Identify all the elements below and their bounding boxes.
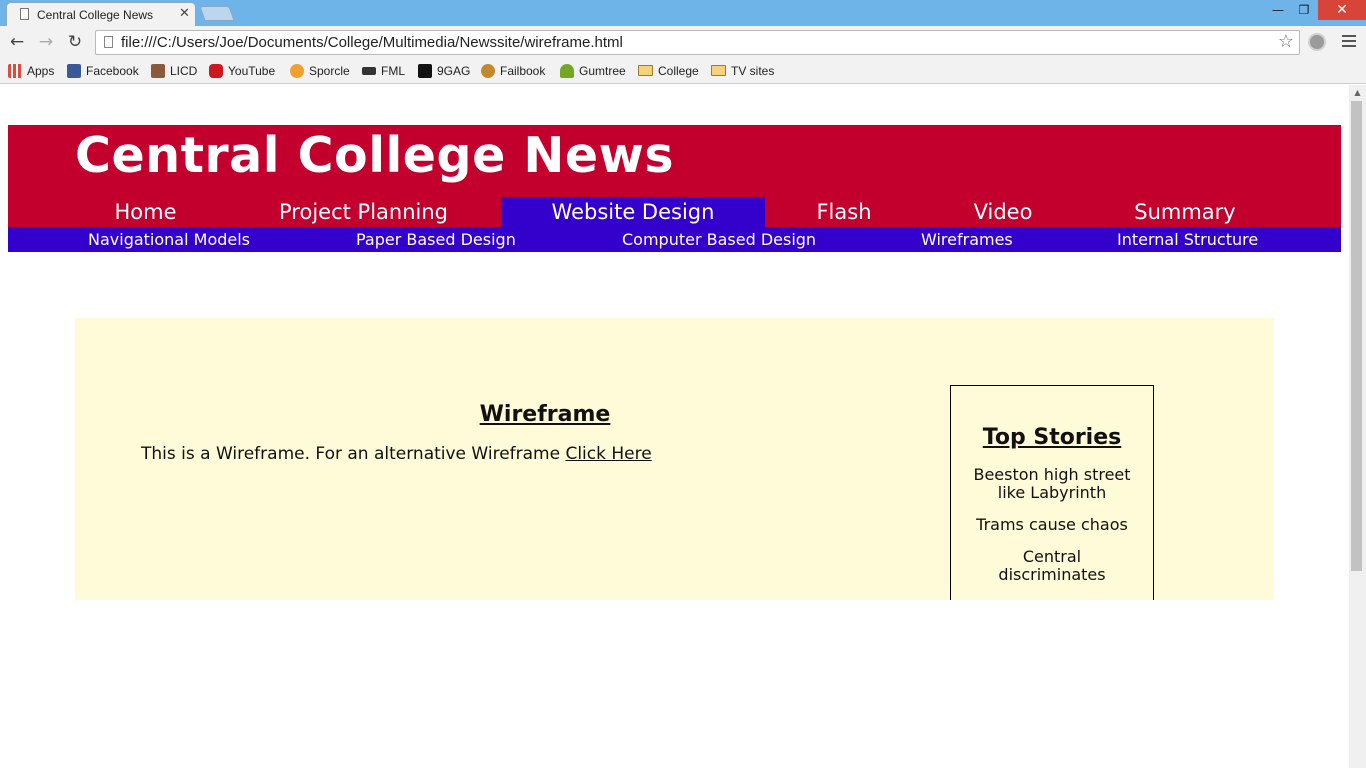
main-nav: Home Project Planning Website Design Fla… [8, 197, 1341, 227]
bookmark-label: Apps [27, 64, 55, 78]
top-stories-title: Top Stories [982, 425, 1122, 450]
bookmark-gumtree[interactable]: Gumtree [560, 62, 626, 80]
nav-summary[interactable]: Summary [1105, 197, 1265, 227]
window-minimize-icon[interactable]: — [1264, 0, 1292, 20]
sub-nav: Navigational Models Paper Based Design C… [8, 227, 1341, 252]
failbook-icon [481, 64, 495, 78]
tab-close-icon[interactable]: ✕ [179, 6, 190, 21]
intro-sentence: This is a Wireframe. For an alternative … [141, 444, 566, 464]
bookmark-sporcle[interactable]: Sporcle [290, 62, 350, 80]
bookmarks-bar: Apps Facebook LICD YouTube Sporcle FML 9… [0, 58, 1366, 84]
bookmark-tv-sites[interactable]: TV sites [711, 62, 774, 80]
bookmark-label: Gumtree [579, 64, 626, 78]
site-title: Central College News [75, 127, 675, 184]
top-stories-box: Top Stories Beeston high street like Lab… [950, 385, 1154, 600]
reload-icon[interactable]: ↻ [64, 31, 86, 53]
bookmark-9gag[interactable]: 9GAG [418, 62, 470, 80]
bookmark-label: College [658, 64, 699, 78]
content-panel: Wireframe This is a Wireframe. For an al… [75, 318, 1274, 600]
bookmark-youtube[interactable]: YouTube [209, 62, 275, 80]
page-icon [20, 8, 29, 20]
browser-tab[interactable]: Central College News ✕ [6, 2, 196, 26]
licd-icon [151, 64, 165, 78]
new-tab-button[interactable] [199, 6, 235, 21]
story-link[interactable]: Beeston high street like Labyrinth [973, 466, 1131, 502]
extension-icon[interactable] [1308, 33, 1326, 51]
bookmark-label: Facebook [86, 64, 139, 78]
bookmark-label: Failbook [500, 64, 546, 78]
bookmark-facebook[interactable]: Facebook [67, 62, 139, 80]
menu-icon[interactable] [1342, 35, 1356, 50]
bookmark-licd[interactable]: LICD [151, 62, 197, 80]
9gag-icon [418, 64, 432, 78]
bookmark-star-icon[interactable]: ☆ [1278, 31, 1294, 52]
bookmark-failbook[interactable]: Failbook [481, 62, 545, 80]
bookmark-apps[interactable]: Apps [8, 62, 54, 80]
bookmark-label: YouTube [228, 64, 276, 78]
window-titlebar: Central College News ✕ — ❐ ✕ [0, 0, 1366, 26]
forward-arrow-icon[interactable]: → [35, 31, 57, 53]
folder-icon [638, 65, 653, 76]
subnav-internal-structure[interactable]: Internal Structure [1117, 227, 1258, 252]
gumtree-icon [560, 64, 574, 78]
address-bar[interactable]: file:///C:/Users/Joe/Documents/College/M… [95, 30, 1300, 55]
youtube-icon [209, 64, 223, 78]
alternative-wireframe-link[interactable]: Click Here [565, 444, 651, 464]
bookmark-label: FML [381, 64, 405, 78]
page-icon [104, 36, 113, 48]
browser-toolbar: ← → ↻ file:///C:/Users/Joe/Documents/Col… [0, 26, 1366, 58]
tab-title: Central College News [37, 8, 154, 22]
fml-icon [362, 67, 376, 75]
back-arrow-icon[interactable]: ← [6, 31, 28, 53]
apps-grid-icon [8, 64, 22, 78]
page-viewport: Central College News Home Project Planni… [0, 85, 1366, 768]
scroll-up-icon[interactable]: ▲ [1349, 86, 1366, 100]
bookmark-label: Sporcle [309, 64, 350, 78]
bookmark-label: LICD [170, 64, 198, 78]
window-close-icon[interactable]: ✕ [1318, 0, 1366, 20]
bookmark-label: TV sites [731, 64, 775, 78]
subnav-navigational-models[interactable]: Navigational Models [88, 227, 250, 252]
site-header: Central College News Home Project Planni… [8, 125, 1341, 227]
story-link[interactable]: Central discriminates [973, 548, 1131, 584]
sporcle-icon [290, 64, 304, 78]
subnav-paper-based-design[interactable]: Paper Based Design [356, 227, 516, 252]
nav-website-design[interactable]: Website Design [501, 197, 765, 227]
subnav-computer-based-design[interactable]: Computer Based Design [622, 227, 816, 252]
page-title: Wireframe [479, 402, 611, 427]
folder-icon [711, 65, 726, 76]
facebook-icon [67, 64, 81, 78]
scrollbar-thumb[interactable] [1351, 101, 1362, 571]
nav-flash[interactable]: Flash [788, 197, 900, 227]
intro-text: This is a Wireframe. For an alternative … [141, 444, 652, 464]
url-text[interactable]: file:///C:/Users/Joe/Documents/College/M… [121, 34, 623, 51]
nav-video[interactable]: Video [943, 197, 1063, 227]
bookmark-label: 9GAG [437, 64, 471, 78]
bookmark-fml[interactable]: FML [362, 62, 405, 80]
bookmark-college[interactable]: College [638, 62, 699, 80]
subnav-wireframes[interactable]: Wireframes [921, 227, 1013, 252]
nav-project-planning[interactable]: Project Planning [266, 197, 461, 227]
window-restore-icon[interactable]: ❐ [1290, 0, 1318, 20]
story-link[interactable]: Trams cause chaos [973, 516, 1131, 534]
nav-home[interactable]: Home [83, 197, 208, 227]
